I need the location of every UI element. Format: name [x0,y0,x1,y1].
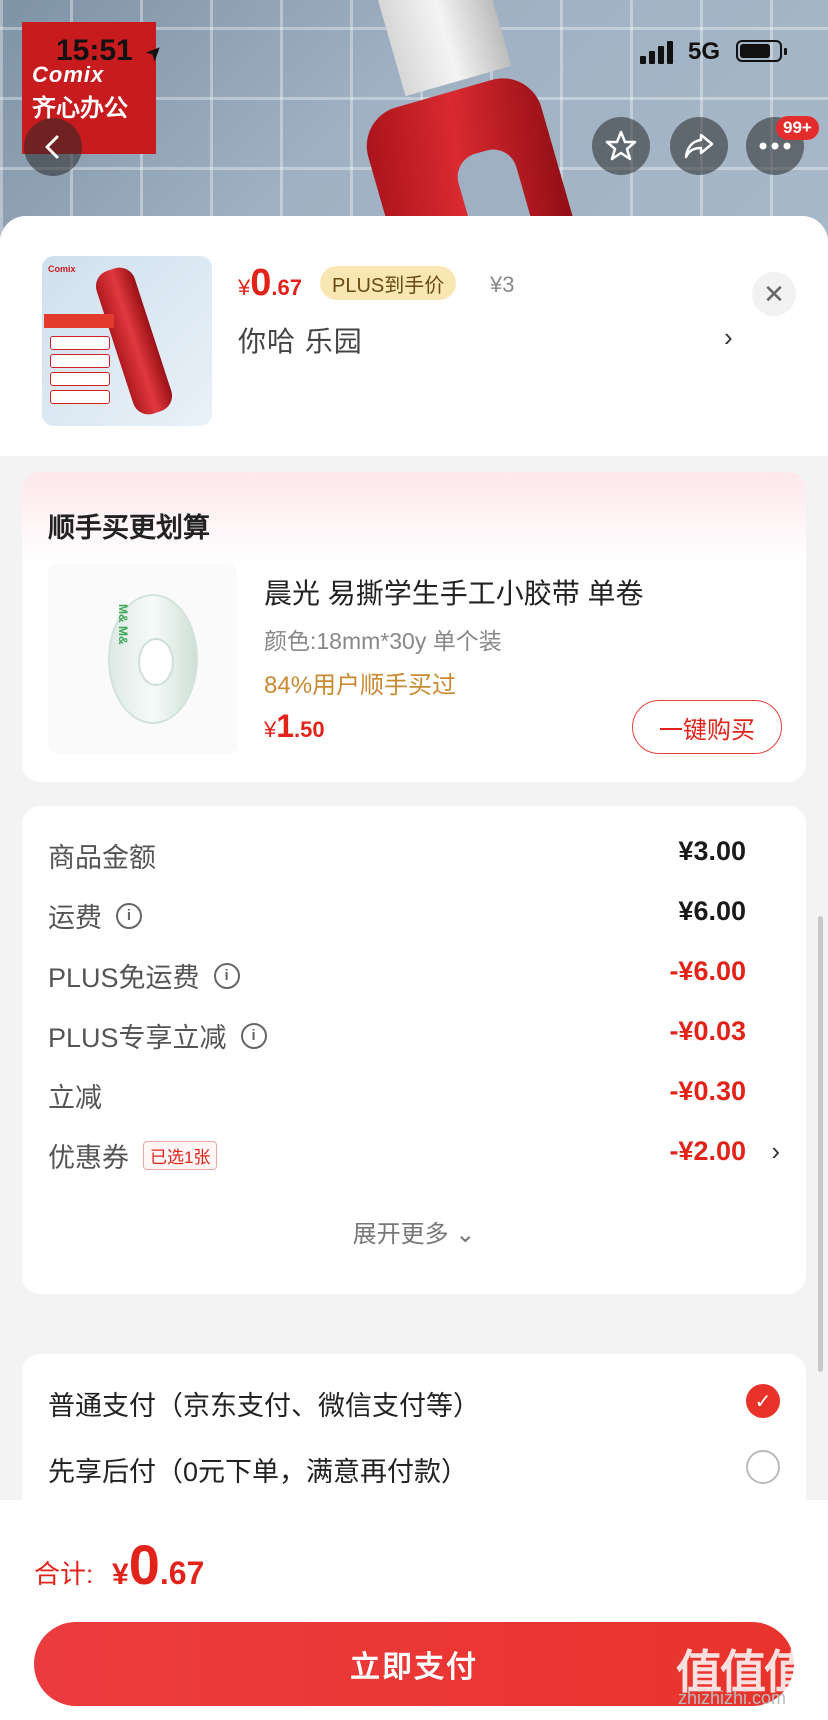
notification-badge: 99+ [776,116,819,140]
price-integer: 0 [250,262,272,304]
product-thumbnail: Comix [42,256,212,426]
price-decimal: .67 [271,275,302,300]
payment-option-pay-later[interactable]: 先享后付（0元下单，满意再付款） [48,1450,780,1490]
upsell-product-image[interactable] [48,564,238,754]
chevron-right-icon[interactable]: › [724,322,733,353]
check-icon: ✓ [754,1390,772,1413]
network-type: 5G [688,38,721,65]
back-button[interactable] [24,118,82,176]
payment-option-standard[interactable]: 普通支付（京东支付、微信支付等） ✓ [48,1384,780,1424]
summary-value: -¥0.03 [669,1016,746,1046]
summary-row-shipping: 运费 i ¥6.00 [48,896,780,936]
status-time: 15:51 [56,34,133,67]
summary-label: PLUS专享立减 [48,1023,227,1053]
chevron-right-icon[interactable]: › [771,1136,780,1167]
total-integer: 0 [128,1533,160,1596]
close-icon: ✕ [763,278,785,309]
selected-variant[interactable]: 你哈 乐园 [238,320,363,360]
scrollbar[interactable] [818,916,823,1372]
star-icon [605,130,637,161]
coupon-selected-tag: 已选1张 [143,1141,218,1170]
summary-label: PLUS免运费 [48,963,200,993]
checkout-sheet: Comix ¥ 0 .67 PLUS到手价 ¥3 你哈 乐园 › ✕ 顺手买更划… [0,216,828,1720]
plus-price-tag: PLUS到手价 [320,266,457,300]
total-label: 合计: [34,1559,94,1589]
location-arrow-icon: ➤ [141,39,169,67]
info-icon[interactable]: i [116,902,142,929]
share-button[interactable] [670,117,728,175]
expand-more-button[interactable]: 展开更多 ⌄ [22,1214,806,1249]
close-button[interactable]: ✕ [752,272,796,316]
summary-row-subtotal: 商品金额 ¥3.00 [48,836,780,876]
radio-unselected[interactable] [746,1450,780,1484]
back-arrow-icon [45,135,59,159]
info-icon[interactable]: i [213,962,240,989]
summary-value: -¥2.00 [669,1136,746,1166]
status-bar: 15:51 ➤ 5G [0,0,828,100]
signal-icon [640,40,673,64]
total-price: ¥ 0 .67 [112,1532,204,1597]
more-icon [759,142,791,150]
summary-label: 优惠券 [48,1143,129,1173]
watermark-url: zhizhizhi.com [678,1688,787,1708]
summary-row-plus-free-shipping: PLUS免运费 i -¥6.00 [48,956,780,996]
upsell-title: 顺手买更划算 [48,513,210,543]
upsell-price-integer: 1 [276,708,295,744]
upsell-buy-rate: 84%用户顺手买过 [264,672,457,699]
upsell-price: ¥ 1 .50 [264,708,325,745]
summary-row-coupon[interactable]: 优惠券 已选1张 -¥2.00 › [48,1136,780,1176]
upsell-card: 顺手买更划算 晨光 易撕学生手工小胶带 单卷 颜色:18mm*30y 单个装 8… [22,472,806,782]
product-summary-header: Comix ¥ 0 .67 PLUS到手价 ¥3 你哈 乐园 › ✕ [0,216,828,456]
summary-label: 商品金额 [48,843,156,873]
one-click-buy-button[interactable]: 一键购买 [632,700,782,754]
payment-option-label: 普通支付（京东支付、微信支付等） [48,1391,480,1421]
summary-value: ¥3.00 [678,836,746,866]
summary-row-plus-discount: PLUS专享立减 i -¥0.03 [48,1016,780,1056]
original-price: ¥3 [490,272,515,297]
radio-selected[interactable]: ✓ [746,1384,780,1418]
summary-value: ¥6.00 [678,896,746,926]
summary-row-instant-discount: 立减 -¥0.30 [48,1076,780,1116]
price-summary-card: 商品金额 ¥3.00 运费 i ¥6.00 PLUS免运费 i -¥6.00 PLU… [22,806,806,1294]
checkout-bottom-bar: 合计: ¥ 0 .67 立即支付 值值值 zhizhizhi.com [0,1500,828,1720]
upsell-product-name[interactable]: 晨光 易撕学生手工小胶带 单卷 [264,572,644,612]
summary-value: -¥0.30 [669,1076,746,1106]
product-price: ¥ 0 .67 [238,262,302,305]
total-decimal: .67 [159,1555,205,1591]
favorite-button[interactable] [592,117,650,175]
summary-label: 运费 [48,903,102,933]
upsell-product-spec: 颜色:18mm*30y 单个装 [264,628,502,654]
upsell-price-currency: ¥ [264,717,277,742]
upsell-price-decimal: .50 [294,717,325,742]
battery-icon [736,40,787,62]
total-currency: ¥ [112,1558,129,1591]
info-icon[interactable]: i [240,1022,267,1049]
share-icon [684,133,714,159]
summary-value: -¥6.00 [669,956,746,986]
price-currency: ¥ [238,275,251,300]
summary-label: 立减 [48,1083,102,1113]
payment-option-label: 先享后付（0元下单，满意再付款） [48,1457,469,1487]
